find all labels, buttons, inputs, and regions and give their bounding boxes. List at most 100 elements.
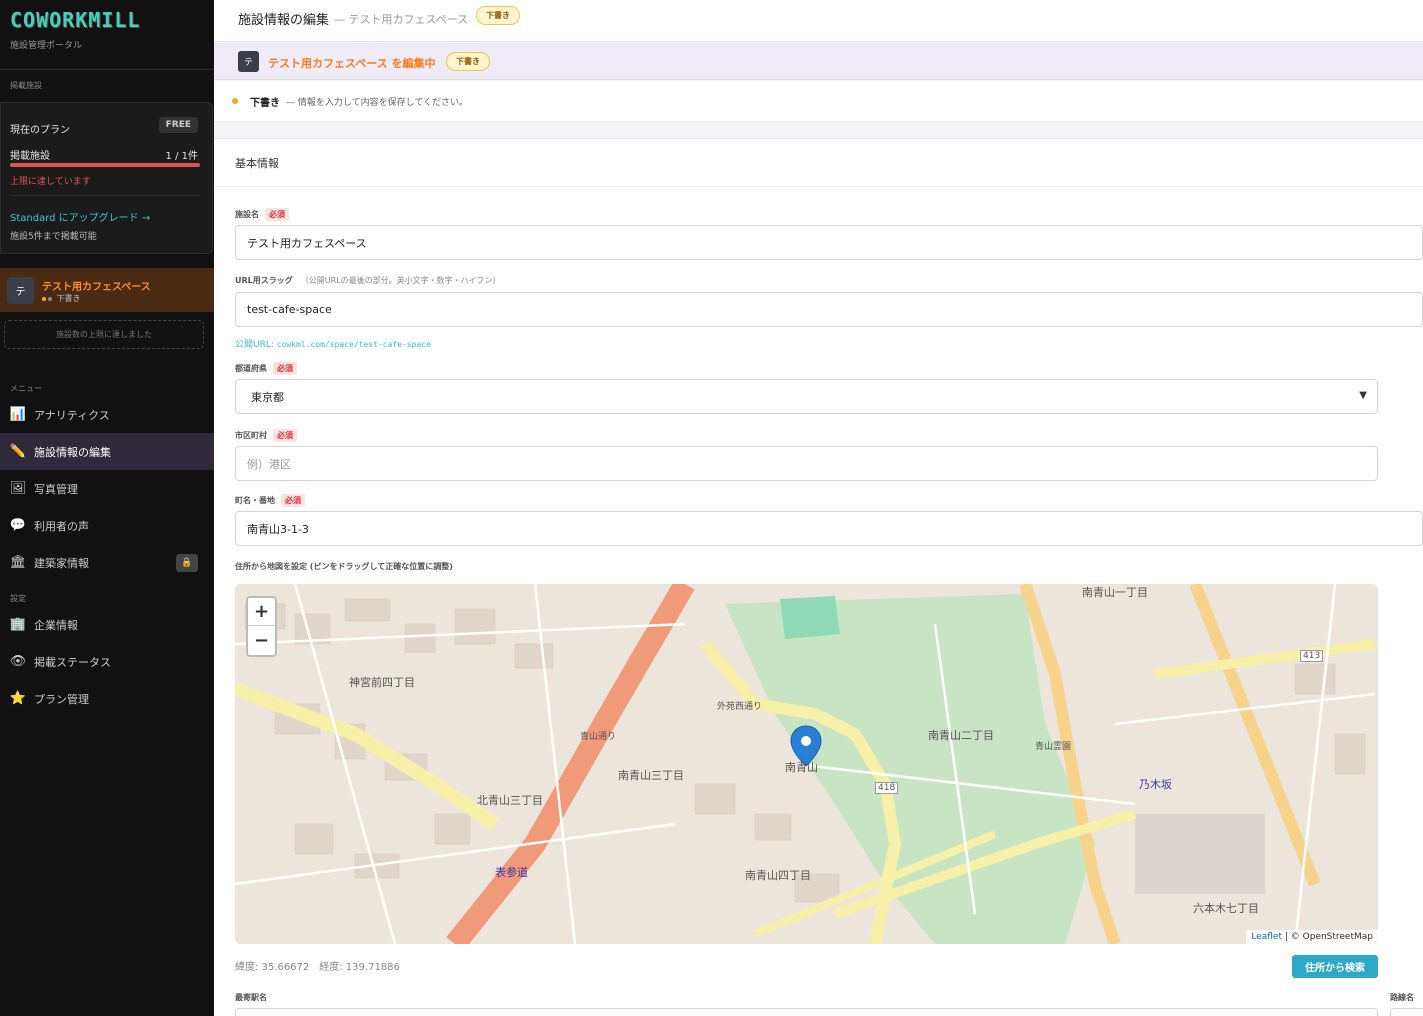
eye-icon: 👁 [9,654,27,669]
office-icon: 🏢 [9,617,27,632]
nav-label: 企業情報 [34,618,78,632]
nav-architect[interactable]: 🏛 建築家情報 🔒 [0,544,214,581]
prefecture-value: 東京都 [251,390,284,404]
public-url-value[interactable]: cowkml.com/space/test-cafe-space [277,340,431,349]
station-label: 最寄駅名 [235,993,267,1002]
nav-label: 利用者の声 [34,519,89,533]
slug-input[interactable]: test-cafe-space [235,292,1423,327]
required-badge: 必須 [281,494,305,507]
city-label: 市区町村 必須 [235,429,297,442]
menu-section-label: メニュー [10,384,42,393]
nav-label: プラン管理 [34,692,89,706]
map-place-label: 南青山 [785,761,818,774]
section-title: 基本情報 [235,157,279,170]
map-place-label: 六本木七丁目 [1193,902,1259,915]
plan-usage-bar [10,163,200,167]
facility-name-input[interactable]: テスト用カフェスペース [235,225,1423,260]
map-road-label: 外苑西通り [717,702,763,712]
map-place-label: 青山霊園 [1035,742,1072,752]
editing-banner: テ テスト用カフェスペース を編集中 下書き [214,43,1423,80]
status-message: — 情報を入力して内容を保存してください。 [286,98,469,108]
zoom-out-button[interactable]: − [248,626,275,654]
location-map[interactable]: 神宮前四丁目 北青山三丁目 南青山三丁目 南青山 南青山二丁目 南青山四丁目 表… [235,584,1378,944]
bar-chart-icon: 📊 [9,407,27,422]
map-station-label: 表参道 [495,866,528,879]
nav-photos[interactable]: 🖼 写真管理 [0,470,214,507]
leaflet-link[interactable]: Leaflet [1251,932,1282,942]
map-place-label: 北青山三丁目 [477,794,543,807]
facility-status: 下書き [42,293,81,304]
plan-label: 現在のプラン [10,125,70,136]
required-badge: 必須 [273,362,297,375]
page-subtitle: — テスト用カフェスペース [334,13,469,26]
map-place-label: 南青山一丁目 [1082,586,1148,599]
nav-listing-status[interactable]: 👁 掲載ステータス [0,643,214,680]
photo-icon: 🖼 [9,481,27,496]
plan-divider [10,195,200,196]
map-route-badge: 418 [875,782,899,794]
facility-name: テスト用カフェスペース [42,282,151,293]
current-facility[interactable]: テ テスト用カフェスペース 下書き [0,268,214,312]
pencil-icon: ✏️ [9,444,27,459]
nav-edit-facility[interactable]: ✏️ 施設情報の編集 [0,433,214,470]
listed-count: 1 / 1件 [165,151,198,162]
main-content: 施設情報の編集 — テスト用カフェスペース 下書き テ テスト用カフェスペース … [214,0,1423,1016]
prefecture-select[interactable]: 東京都 ▼ [235,379,1378,414]
address-label: 町名・番地 必須 [235,494,305,507]
app-subtitle: 施設管理ポータル [10,41,83,51]
draft-badge: 下書き [476,6,520,25]
page-title: 施設情報の編集 [238,13,330,28]
city-input[interactable]: 例）港区 [235,446,1378,481]
name-label: 施設名 必須 [235,208,289,221]
star-icon: ⭐ [9,691,27,706]
nav-plan[interactable]: ⭐ プラン管理 [0,680,214,717]
station-input[interactable] [235,1008,1378,1016]
nav-label: 施設情報の編集 [34,445,111,459]
upgrade-link[interactable]: Standard にアップグレード → [10,209,150,224]
map-label: 住所から地図を設定 (ピンをドラッグして正確な位置に調整) [235,562,453,571]
nav-label: 掲載ステータス [34,655,111,669]
building-icon: 🏛 [9,555,27,570]
basic-info-card: 基本情報 施設名 必須 テスト用カフェスペース URL用スラッグ （公開URLの最後… [214,138,1423,1016]
card-divider [214,186,1423,187]
listed-label: 掲載施設 [10,151,50,162]
map-station-label: 乃木坂 [1139,778,1172,791]
search-address-button[interactable]: 住所から検索 [1292,955,1378,978]
app-logo[interactable]: COWORKMILL [10,8,140,32]
map-zoom-control: + − [246,596,277,657]
osm-attribution[interactable]: | © OpenStreetMap [1285,932,1373,942]
status-label: 下書き [250,98,280,109]
upgrade-subtext: 施設5件まで掲載可能 [10,232,97,242]
map-road-label: 青山通り [580,732,617,742]
settings-section-label: 設定 [10,594,26,603]
listed-section-label: 掲載施設 [10,81,42,90]
zoom-in-button[interactable]: + [248,598,275,626]
nav-analytics[interactable]: 📊 アナリティクス [0,396,214,433]
speech-bubble-icon: 💬 [9,518,27,533]
map-route-badge: 413 [1300,650,1324,662]
facility-avatar: テ [7,277,34,304]
line-input[interactable] [1390,1008,1423,1016]
map-place-label: 南青山三丁目 [618,769,684,782]
facility-limit-notice: 施設数の上限に達しました [4,320,204,349]
address-input[interactable]: 南青山3-1-3 [235,511,1423,546]
public-url: 公開URL: cowkml.com/space/test-cafe-space [235,340,431,350]
facility-status-text: 下書き [56,294,81,303]
chevron-down-icon: ▼ [1359,390,1367,401]
map-place-label: 神宮前四丁目 [349,676,415,689]
slug-label: URL用スラッグ （公開URLの最後の部分。英小文字・数字・ハイフン） [235,276,501,285]
limit-warning: 上限に達しています [10,177,91,187]
status-row: 下書き — 情報を入力して内容を保存してください。 [214,81,1423,122]
prefecture-label: 都道府県 必須 [235,362,297,375]
editing-text: テスト用カフェスペース を編集中 [268,57,436,70]
status-dot-icon [42,296,46,301]
sidebar-divider [0,69,214,70]
facility-avatar: テ [238,51,259,72]
nav-company[interactable]: 🏢 企業情報 [0,606,214,643]
nav-reviews[interactable]: 💬 利用者の声 [0,507,214,544]
slug-hint: （公開URLの最後の部分。英小文字・数字・ハイフン） [300,276,501,285]
top-bar: 施設情報の編集 — テスト用カフェスペース 下書き [214,0,1423,42]
nav-label: 建築家情報 [34,556,89,570]
plan-box: 現在のプラン FREE 掲載施設 1 / 1件 上限に達しています Standa… [0,102,213,254]
status-dot-icon [232,98,238,104]
